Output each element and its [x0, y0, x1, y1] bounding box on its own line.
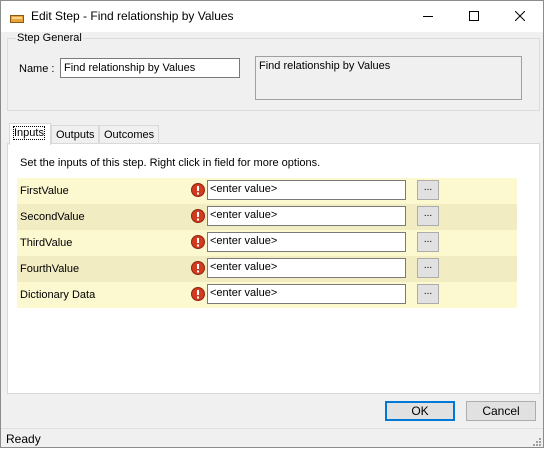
- input-value-field[interactable]: <enter value>: [207, 206, 406, 226]
- name-label: Name :: [19, 63, 55, 75]
- warning-icon: [191, 209, 205, 223]
- input-value-field[interactable]: <enter value>: [207, 232, 406, 252]
- input-value-field[interactable]: <enter value>: [207, 258, 406, 278]
- input-rows: FirstValue <enter value> ... SecondValue…: [17, 178, 517, 308]
- input-row: SecondValue <enter value> ...: [17, 204, 517, 230]
- tab-inputs-label: Inputs: [13, 126, 45, 140]
- input-row: Dictionary Data <enter value> ...: [17, 282, 517, 308]
- input-label: FourthValue: [20, 263, 80, 275]
- tab-inputs[interactable]: Inputs: [9, 123, 51, 145]
- minimize-button[interactable]: [405, 1, 451, 32]
- browse-button[interactable]: ...: [417, 180, 439, 200]
- tab-outputs[interactable]: Outputs: [51, 125, 99, 144]
- ok-button[interactable]: OK: [385, 401, 455, 421]
- warning-icon: [191, 235, 205, 249]
- warning-icon: [191, 287, 205, 301]
- input-value-field[interactable]: <enter value>: [207, 284, 406, 304]
- tab-outputs-label: Outputs: [56, 129, 95, 141]
- name-input[interactable]: Find relationship by Values: [60, 58, 240, 78]
- tab-outcomes-label: Outcomes: [104, 129, 155, 141]
- minimize-icon: [423, 10, 433, 24]
- browse-button[interactable]: ...: [417, 258, 439, 278]
- input-label: ThirdValue: [20, 237, 73, 249]
- step-general-label: Step General: [16, 32, 83, 44]
- input-row: FourthValue <enter value> ...: [17, 256, 517, 282]
- inputs-description: Set the inputs of this step. Right click…: [20, 157, 321, 169]
- title-bar[interactable]: Edit Step - Find relationship by Values: [1, 1, 543, 32]
- step-general-group: Step General Name : Find relationship by…: [7, 32, 540, 111]
- edit-step-window: Edit Step - Find relationship by Values …: [0, 0, 544, 448]
- maximize-icon: [469, 10, 479, 24]
- browse-button[interactable]: ...: [417, 284, 439, 304]
- input-label: Dictionary Data: [20, 289, 96, 301]
- input-row: FirstValue <enter value> ...: [17, 178, 517, 204]
- input-label: FirstValue: [20, 185, 69, 197]
- close-icon: [514, 10, 526, 24]
- window-title: Edit Step - Find relationship by Values: [31, 9, 234, 23]
- warning-icon: [191, 261, 205, 275]
- tab-outcomes[interactable]: Outcomes: [99, 125, 159, 144]
- resize-grip-icon[interactable]: [531, 435, 541, 446]
- input-row: ThirdValue <enter value> ...: [17, 230, 517, 256]
- inputs-panel: Set the inputs of this step. Right click…: [7, 143, 540, 394]
- close-button[interactable]: [497, 1, 543, 32]
- browse-button[interactable]: ...: [417, 232, 439, 252]
- browse-button[interactable]: ...: [417, 206, 439, 226]
- step-description[interactable]: Find relationship by Values: [255, 56, 522, 100]
- maximize-button[interactable]: [451, 1, 497, 32]
- input-label: SecondValue: [20, 211, 85, 223]
- input-value-field[interactable]: <enter value>: [207, 180, 406, 200]
- warning-icon: [191, 183, 205, 197]
- status-bar: Ready: [1, 428, 543, 447]
- status-text: Ready: [6, 432, 41, 446]
- app-icon: [10, 12, 24, 23]
- cancel-button[interactable]: Cancel: [466, 401, 536, 421]
